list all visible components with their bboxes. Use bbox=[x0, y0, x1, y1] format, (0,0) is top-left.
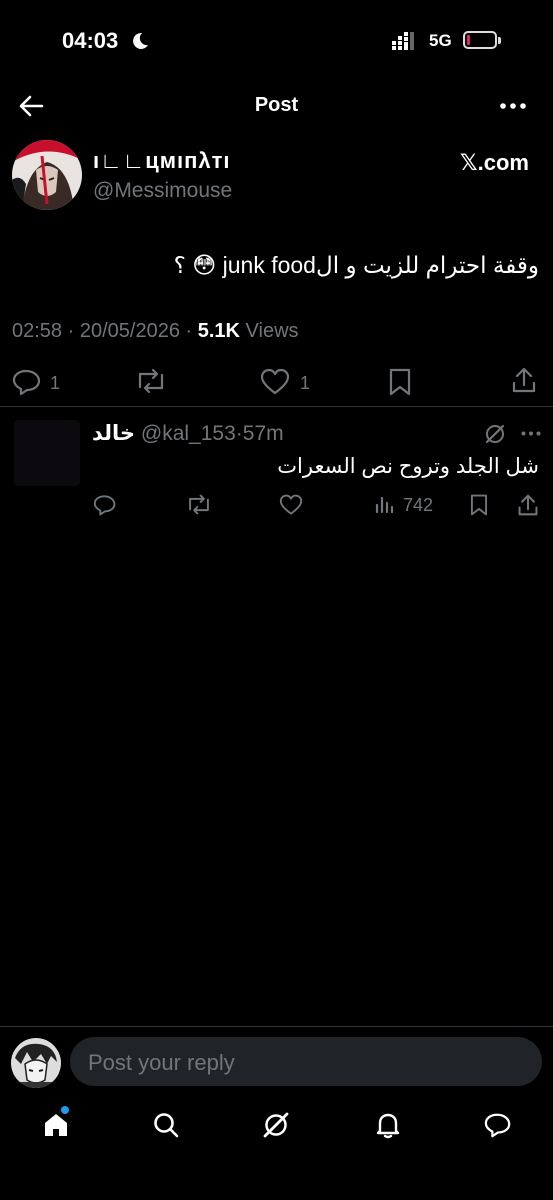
reply-share-icon[interactable] bbox=[517, 493, 539, 517]
reply-more-icon[interactable] bbox=[521, 431, 541, 436]
reply-age: 57m bbox=[242, 422, 284, 445]
bell-icon[interactable] bbox=[374, 1110, 402, 1140]
reply-views: 742 bbox=[403, 495, 434, 515]
grok-icon[interactable] bbox=[484, 423, 506, 445]
reply-like-icon[interactable] bbox=[279, 494, 303, 516]
home-icon[interactable] bbox=[42, 1111, 70, 1139]
reply-header: خالد @kal_153·57m bbox=[92, 422, 284, 445]
reply-action[interactable] bbox=[12, 368, 42, 396]
reply-composer[interactable] bbox=[70, 1037, 542, 1088]
reply-icon bbox=[12, 369, 41, 396]
divider bbox=[0, 406, 553, 407]
reply-bookmark-icon[interactable] bbox=[469, 494, 489, 516]
bookmark-icon[interactable] bbox=[388, 368, 412, 396]
reply-text: شل الجلد وتروح نص السعرات bbox=[277, 455, 539, 478]
more-options-icon[interactable] bbox=[500, 103, 526, 109]
tweet-text: وقفة احترام للزيت و الjunk food 😳 ؟ bbox=[173, 252, 539, 278]
reply-avatar[interactable] bbox=[14, 420, 80, 486]
network-type: 5G bbox=[429, 31, 452, 50]
reply-handle[interactable]: @kal_153 bbox=[141, 422, 236, 445]
messages-icon[interactable] bbox=[484, 1111, 512, 1139]
battery-icon bbox=[463, 31, 497, 49]
reply-repost-icon[interactable] bbox=[186, 494, 212, 515]
reply-reply-icon[interactable] bbox=[93, 494, 117, 516]
share-icon[interactable] bbox=[511, 366, 537, 394]
moon-icon bbox=[130, 31, 150, 51]
source-label: 𝕏.com bbox=[459, 150, 529, 175]
reply-count: 1 bbox=[50, 373, 61, 393]
author-display-name[interactable]: ı∟∟цмıпλтı bbox=[93, 148, 231, 174]
home-notification-dot bbox=[61, 1106, 69, 1114]
like-count: 1 bbox=[300, 373, 311, 393]
author-avatar[interactable] bbox=[12, 140, 82, 210]
page-title: Post bbox=[254, 94, 299, 116]
views-icon[interactable] bbox=[375, 496, 395, 514]
tweet-meta: 02:58 · 20/05/2026 · 5.1K Views bbox=[12, 320, 299, 342]
user-avatar[interactable] bbox=[11, 1038, 61, 1088]
status-time: 04:03 bbox=[62, 28, 119, 53]
like-icon[interactable] bbox=[260, 368, 290, 396]
battery-tip bbox=[498, 37, 501, 44]
reply-display-name[interactable]: خالد bbox=[92, 422, 135, 445]
views-label: Views bbox=[245, 320, 299, 342]
repost-icon[interactable] bbox=[135, 368, 167, 394]
tweet-time: 02:58 bbox=[12, 320, 63, 342]
signal-icon bbox=[392, 32, 422, 50]
reply-input[interactable] bbox=[86, 1037, 530, 1088]
author-handle[interactable]: @Messimouse bbox=[93, 179, 232, 203]
views-count: 5.1K bbox=[197, 320, 240, 342]
grok-nav-icon[interactable] bbox=[262, 1111, 290, 1139]
search-icon[interactable] bbox=[152, 1111, 180, 1139]
composer-divider bbox=[0, 1026, 553, 1027]
tweet-date: 20/05/2026 bbox=[79, 320, 180, 342]
